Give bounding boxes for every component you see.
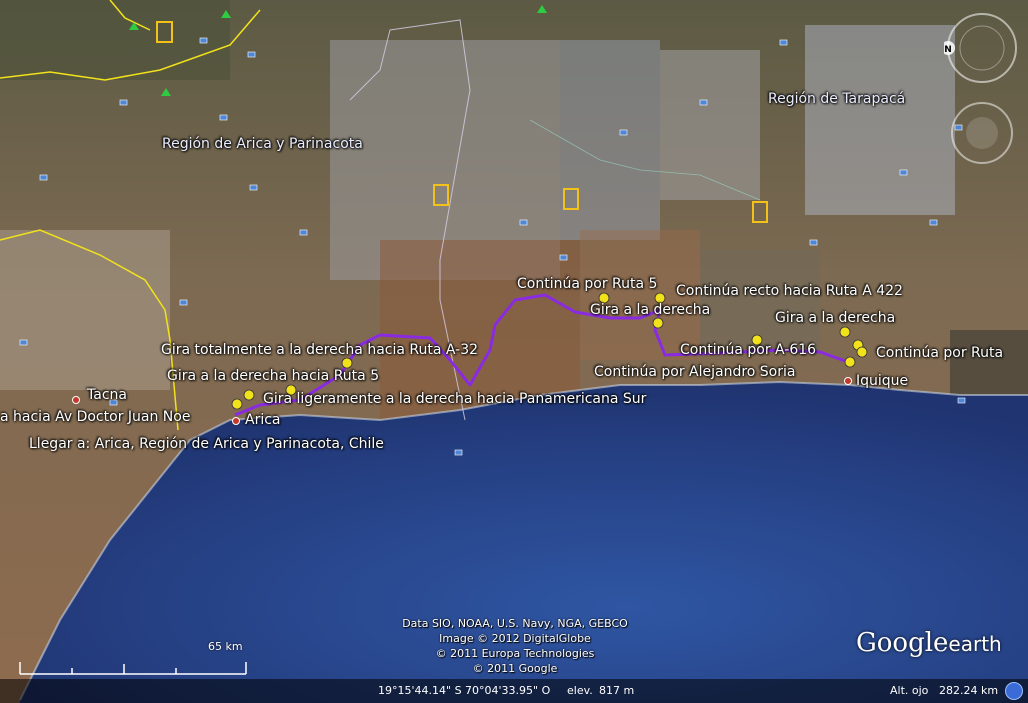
north-indicator-icon: N [944, 45, 952, 55]
route-step-label[interactable]: Llegar a: Arica, Región de Arica y Parin… [29, 436, 384, 452]
region-label-tarapaca: Región de Tarapacá [768, 91, 906, 107]
logo-earth: earth [948, 632, 1002, 656]
route-step-label[interactable]: Continúa recto hacia Ruta A 422 [676, 283, 903, 299]
route-step-label[interactable]: a hacia Av Doctor Juan Noe [0, 409, 190, 425]
google-earth-logo: Googleearth [856, 628, 1002, 658]
city-label-tacna[interactable]: Tacna [87, 387, 127, 403]
route-step-label[interactable]: Continúa por Alejandro Soria [594, 364, 795, 380]
elevation-label: elev. [567, 684, 593, 697]
route-step-label[interactable]: Gira a la derecha hacia Ruta 5 [167, 368, 379, 384]
route-step-label[interactable]: Continúa por Ruta 5 [517, 276, 657, 292]
route-step-label[interactable]: Gira a la derecha [590, 302, 710, 318]
region-label-arica-parinacota: Región de Arica y Parinacota [162, 136, 363, 152]
route-step-label[interactable]: Gira a la derecha [775, 310, 895, 326]
route-step-label[interactable]: Continúa por A-616 [680, 342, 816, 358]
credit-line: © 2011 Google [472, 662, 558, 675]
navigation-controls[interactable]: N [944, 8, 1024, 173]
route-step-label[interactable]: Gira ligeramente a la derecha hacia Pana… [263, 391, 646, 407]
globe-icon[interactable] [1005, 682, 1023, 700]
city-label-arica[interactable]: Arica [245, 412, 281, 428]
city-label-iquique[interactable]: Iquique [856, 373, 908, 389]
eye-altitude-label: Alt. ojo [890, 684, 929, 697]
route-step-label[interactable]: Gira totalmente a la derecha hacia Ruta … [161, 342, 478, 358]
elevation-value: 817 m [599, 684, 635, 697]
pan-control[interactable] [951, 102, 1013, 164]
route-step-label[interactable]: Continúa por Ruta [876, 345, 1003, 361]
status-bar: 19°15'44.14" S 70°04'33.95" O elev. 817 … [0, 679, 1028, 703]
logo-google: Google [856, 628, 949, 658]
compass-ring[interactable]: N [944, 13, 1017, 83]
coordinates-readout: 19°15'44.14" S 70°04'33.95" O [378, 684, 551, 697]
eye-altitude-value: 282.24 km [939, 684, 999, 697]
